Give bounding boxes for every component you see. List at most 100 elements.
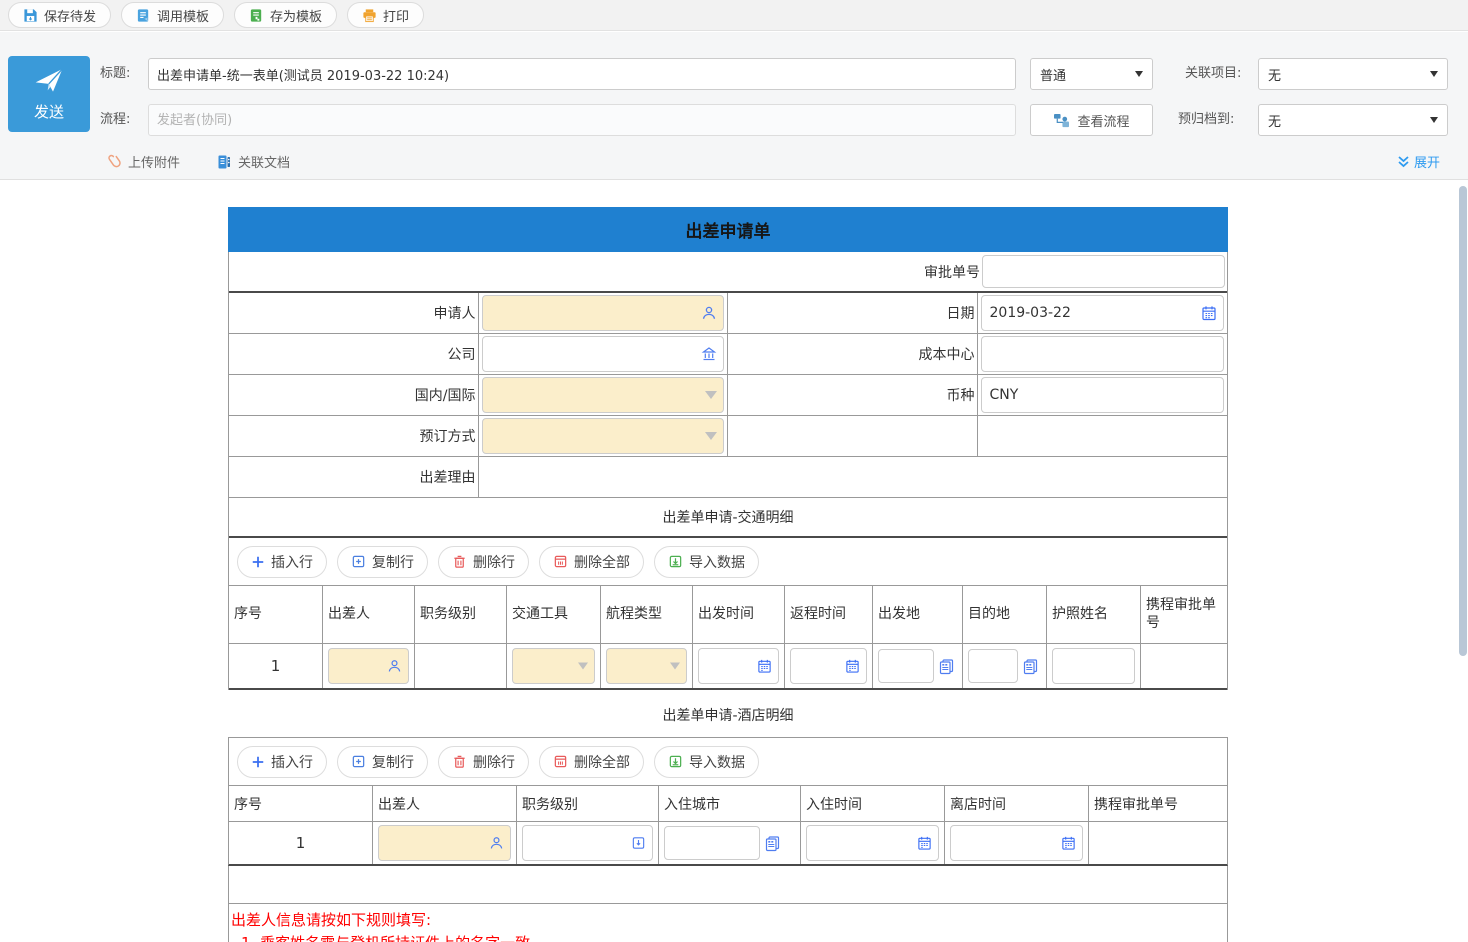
delete-row-button[interactable]: 删除行 <box>438 546 529 578</box>
approval-no-input[interactable] <box>982 255 1225 288</box>
related-project-value: 无 <box>1268 65 1281 84</box>
traveler-input[interactable] <box>328 648 409 684</box>
applicant-label: 申请人 <box>229 293 479 334</box>
origin-input[interactable] <box>878 649 934 683</box>
title-input[interactable] <box>148 58 1016 90</box>
booking-method-select[interactable] <box>482 418 725 454</box>
prearchive-select[interactable]: 无 <box>1258 104 1448 136</box>
city-picker-icon[interactable] <box>1022 658 1039 675</box>
transport-tool-select[interactable] <box>512 648 595 684</box>
return-time-input[interactable] <box>790 648 867 684</box>
col-job-level: 职务级别 <box>415 586 507 644</box>
level-selector-icon[interactable] <box>631 836 646 851</box>
import-data-label: 导入数据 <box>689 752 745 772</box>
job-level-input[interactable] <box>522 825 653 861</box>
passport-name-input[interactable] <box>1052 648 1135 684</box>
cost-center-input[interactable] <box>981 336 1225 372</box>
calendar-icon[interactable] <box>917 836 932 851</box>
copy-row-button[interactable]: 复制行 <box>337 746 428 778</box>
caret-down-icon <box>578 663 588 670</box>
copy-row-button[interactable]: 复制行 <box>337 546 428 578</box>
hotel-section-title: 出差单申请-酒店明细 <box>228 705 1228 725</box>
delete-all-button[interactable]: 删除全部 <box>539 746 644 778</box>
col-depart-time: 出发时间 <box>693 586 785 644</box>
copy-icon <box>351 754 366 769</box>
date-input[interactable]: 2019-03-22 <box>981 295 1225 331</box>
insert-row-button[interactable]: 插入行 <box>237 546 327 578</box>
job-level-cell[interactable] <box>415 644 507 688</box>
company-input[interactable] <box>482 336 725 372</box>
trip-reason-label: 出差理由 <box>229 457 479 498</box>
currency-label: 币种 <box>728 375 978 416</box>
caret-down-icon <box>670 663 680 670</box>
trash-icon <box>452 554 467 569</box>
paperclip-icon <box>106 154 122 170</box>
import-data-button[interactable]: 导入数据 <box>654 746 759 778</box>
expand-button[interactable]: 展开 <box>1397 152 1440 171</box>
empty-cell <box>728 416 978 457</box>
view-flow-button[interactable]: 查看流程 <box>1030 104 1153 136</box>
trip-reason-input[interactable] <box>479 457 1228 498</box>
copy-row-label: 复制行 <box>372 552 414 572</box>
person-icon[interactable] <box>489 836 504 851</box>
currency-value: CNY <box>990 387 1019 403</box>
vertical-scrollbar[interactable] <box>1459 186 1467 656</box>
hotel-header-row: 序号 出差人 职务级别 入住城市 入住时间 离店时间 携程审批单号 <box>229 786 1227 822</box>
workflow-icon <box>1053 113 1070 128</box>
calendar-icon[interactable] <box>1061 836 1076 851</box>
row-index: 1 <box>229 822 373 864</box>
applicant-input[interactable] <box>482 295 725 331</box>
currency-input[interactable]: CNY <box>981 377 1225 413</box>
city-picker-icon[interactable] <box>764 835 781 852</box>
notice-rule-1: 1. 乘客姓名需与登机所持证件上的名字一致 <box>231 932 1225 942</box>
col-checkin-city: 入住城市 <box>659 786 801 822</box>
import-data-button[interactable]: 导入数据 <box>654 546 759 578</box>
flow-input[interactable] <box>148 104 1016 136</box>
upload-attachment-button[interactable]: 上传附件 <box>106 152 180 171</box>
hotel-data-row: 1 <box>229 822 1227 864</box>
ctrip-approval-cell <box>1141 644 1227 688</box>
transport-data-row: 1 <box>229 644 1227 690</box>
save-as-template-button[interactable]: 存为模板 <box>234 2 337 28</box>
traveler-input[interactable] <box>378 825 511 861</box>
chevron-double-down-icon <box>1397 155 1410 169</box>
checkout-time-input[interactable] <box>950 825 1083 861</box>
checkin-city-input[interactable] <box>664 826 760 860</box>
caret-down-icon <box>1135 71 1143 77</box>
caret-down-icon <box>705 391 717 399</box>
depart-time-input[interactable] <box>698 648 779 684</box>
checkin-time-input[interactable] <box>806 825 939 861</box>
delete-row-button[interactable]: 删除行 <box>438 746 529 778</box>
city-picker-icon[interactable] <box>938 658 955 675</box>
top-toolbar: 保存待发 调用模板 存为模板 打印 <box>0 0 1468 31</box>
domestic-intl-select[interactable] <box>482 377 725 413</box>
destination-input[interactable] <box>968 649 1018 683</box>
related-project-select[interactable]: 无 <box>1258 58 1448 90</box>
calendar-icon[interactable] <box>1201 305 1217 321</box>
booking-method-label: 预订方式 <box>229 416 479 457</box>
domestic-intl-label: 国内/国际 <box>229 375 479 416</box>
notice-box: 出差人信息请按如下规则填写: 1. 乘客姓名需与登机所持证件上的名字一致 <box>228 866 1228 942</box>
delete-all-button[interactable]: 删除全部 <box>539 546 644 578</box>
priority-value: 普通 <box>1040 65 1066 84</box>
ctrip-approval-cell <box>1089 822 1227 864</box>
person-icon[interactable] <box>387 659 402 674</box>
trash-all-icon <box>553 554 568 569</box>
col-passport-name: 护照姓名 <box>1047 586 1141 644</box>
calendar-icon[interactable] <box>757 659 772 674</box>
form-area: 出差申请单 审批单号 申请人 日期 <box>0 181 1468 942</box>
delete-row-label: 删除行 <box>473 752 515 772</box>
route-type-select[interactable] <box>606 648 687 684</box>
send-button[interactable]: 发送 <box>8 56 90 132</box>
col-return-time: 返程时间 <box>785 586 873 644</box>
empty-cell <box>978 416 1228 457</box>
building-icon[interactable] <box>701 346 717 362</box>
related-document-button[interactable]: 关联文档 <box>216 152 290 171</box>
insert-row-button[interactable]: 插入行 <box>237 746 327 778</box>
person-icon[interactable] <box>701 305 717 321</box>
calendar-icon[interactable] <box>845 659 860 674</box>
print-button[interactable]: 打印 <box>347 2 424 28</box>
invoke-template-button[interactable]: 调用模板 <box>121 2 224 28</box>
save-pending-button[interactable]: 保存待发 <box>8 2 111 28</box>
priority-select[interactable]: 普通 <box>1030 58 1153 90</box>
